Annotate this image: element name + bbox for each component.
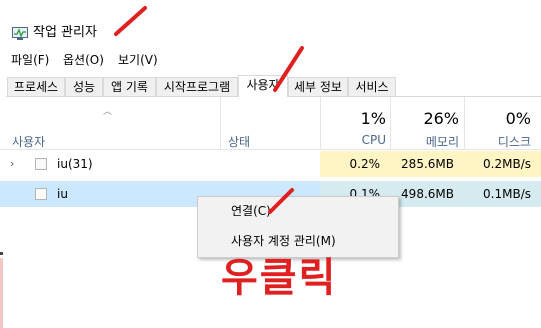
user-name: iu [57, 187, 68, 201]
column-disk[interactable]: 디스크 [498, 133, 531, 150]
tab-processes[interactable]: 프로세스 [7, 77, 65, 96]
edge-strip [0, 258, 3, 328]
disk-cell: 0.1MB/s [464, 181, 541, 207]
menu-file[interactable]: 파일(F) [11, 52, 49, 68]
tab-app-history[interactable]: 앱 기록 [103, 77, 156, 96]
column-divider[interactable] [220, 97, 221, 149]
table-row[interactable]: › iu(31) 0.2% 285.6MB 0.2MB/s [0, 151, 541, 177]
tab-performance[interactable]: 성능 [65, 77, 103, 96]
column-status[interactable]: 상태 [228, 133, 250, 150]
user-icon [35, 188, 47, 200]
column-cpu[interactable]: CPU [362, 133, 386, 147]
user-icon [35, 158, 47, 170]
context-menu-manage-accounts[interactable]: 사용자 계정 관리(M) [231, 233, 336, 249]
context-menu-connect[interactable]: 연결(C) [231, 203, 271, 219]
cpu-total-pct: 1% [360, 109, 386, 128]
context-menu: 연결(C) 사용자 계정 관리(M) [197, 196, 399, 258]
memory-cell: 285.6MB [390, 151, 464, 177]
column-memory[interactable]: 메모리 [426, 133, 459, 150]
window-title: 작업 관리자 [33, 25, 97, 40]
column-divider[interactable] [464, 97, 465, 149]
chevron-right-icon[interactable]: › [10, 158, 14, 170]
column-divider[interactable] [390, 97, 391, 149]
memory-total-pct: 26% [423, 109, 459, 128]
memory-cell: 498.6MB [390, 181, 464, 207]
edge-marker [0, 252, 3, 255]
tab-bar: 프로세스 성능 앱 기록 시작프로그램 사용자 세부 정보 서비스 [0, 75, 541, 97]
tab-services[interactable]: 서비스 [348, 77, 396, 96]
tab-startup[interactable]: 시작프로그램 [156, 77, 238, 96]
disk-total-pct: 0% [505, 109, 531, 128]
disk-cell: 0.2MB/s [464, 151, 541, 177]
cpu-cell: 0.2% [320, 151, 390, 177]
menu-options[interactable]: 옵션(O) [63, 52, 104, 68]
menu-bar: 파일(F) 옵션(O) 보기(V) [0, 50, 541, 70]
annotation-right-click: 우클릭 [221, 255, 338, 301]
column-divider[interactable] [320, 97, 321, 149]
tab-users[interactable]: 사용자 [238, 75, 288, 97]
menu-view[interactable]: 보기(V) [118, 52, 158, 68]
tab-details[interactable]: 세부 정보 [288, 77, 348, 96]
task-manager-icon [12, 27, 28, 40]
column-user[interactable]: 사용자 [12, 133, 45, 150]
sort-up-icon: ︿ [103, 107, 113, 117]
title-bar: 작업 관리자 [0, 0, 541, 44]
column-header: ︿ 사용자 상태 1% CPU 26% 메모리 0% 디스크 [0, 97, 541, 150]
user-name: iu(31) [57, 157, 93, 171]
